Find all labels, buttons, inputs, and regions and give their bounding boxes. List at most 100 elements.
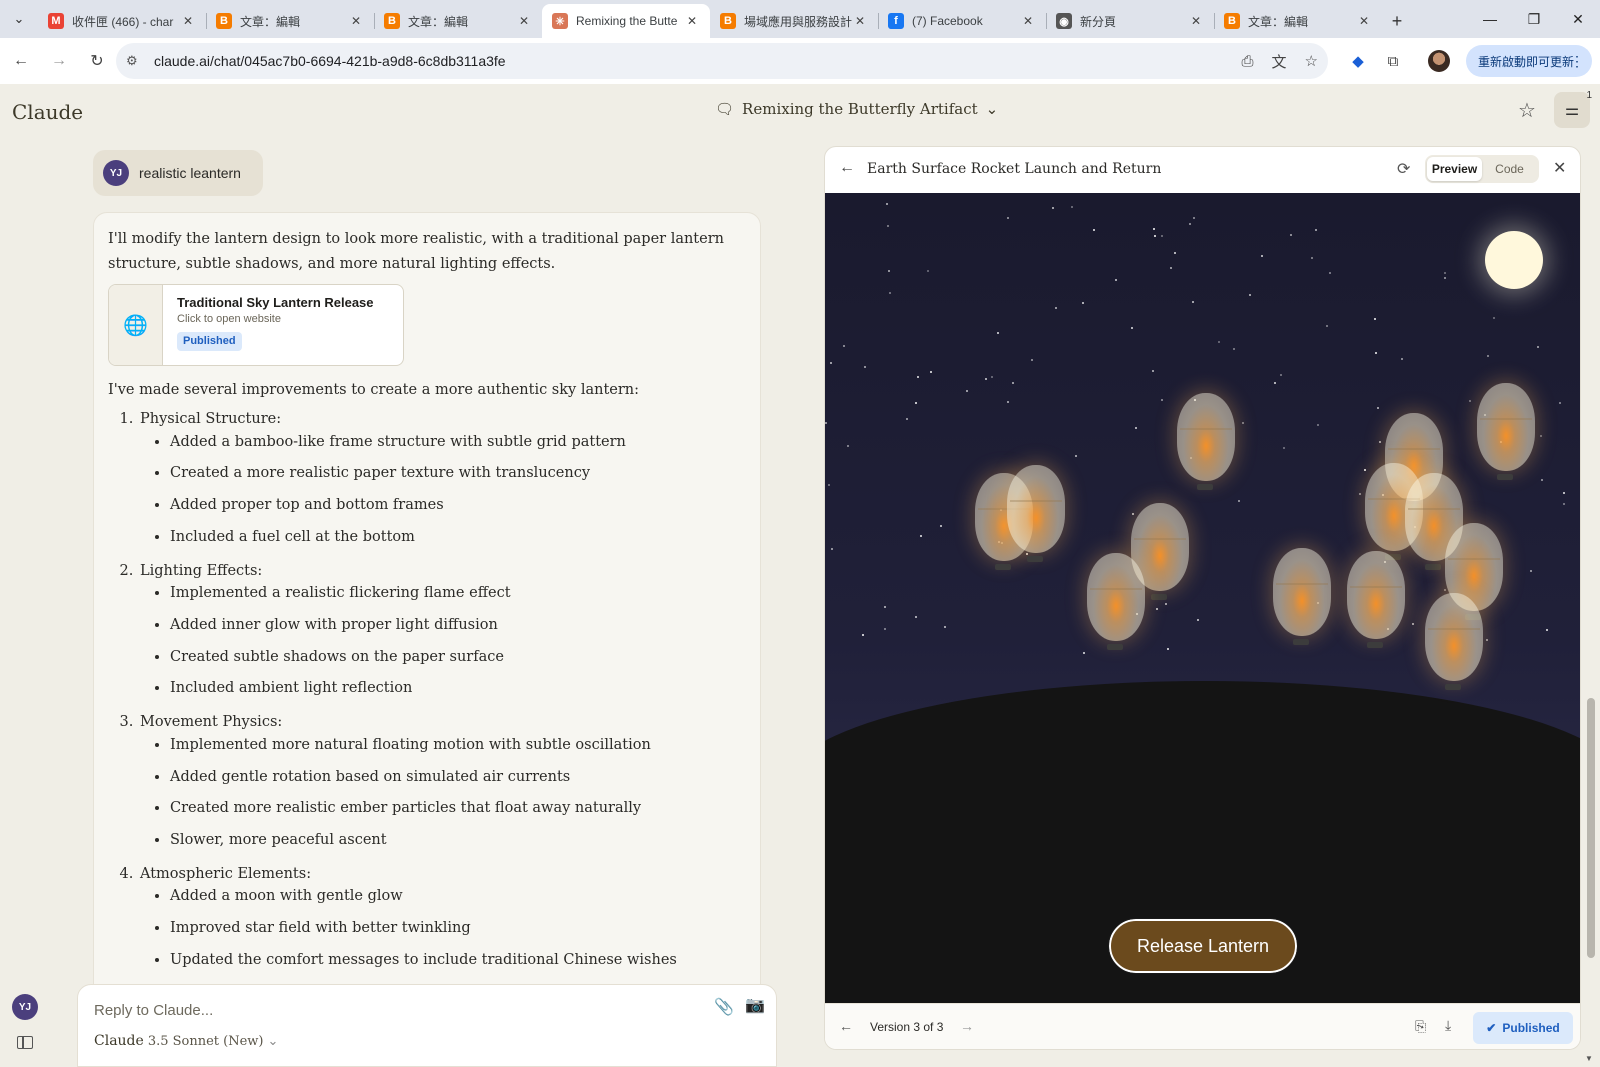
sidebar-toggle-icon[interactable]	[17, 1036, 33, 1049]
star	[1134, 426, 1137, 429]
star	[1400, 358, 1403, 361]
star	[827, 484, 830, 487]
star	[1006, 216, 1009, 219]
download-icon[interactable]: ⤓	[1445, 1017, 1451, 1034]
minimize-icon[interactable]: —	[1468, 0, 1512, 38]
improvement-section: Lighting Effects: Implemented a realistic…	[138, 559, 746, 701]
close-tab-icon[interactable]: ✕	[516, 14, 532, 28]
back-icon[interactable]: ←	[4, 44, 38, 78]
star	[1492, 317, 1495, 320]
close-window-icon[interactable]: ✕	[1556, 0, 1600, 38]
browser-tab[interactable]: B 文章：編輯 ✕	[206, 4, 374, 38]
star	[886, 225, 889, 228]
camera-icon[interactable]: 📷	[745, 995, 765, 1015]
bookmark-star-icon[interactable]: ☆	[1305, 52, 1318, 70]
facebook-icon: f	[888, 13, 904, 29]
translate-icon[interactable]: 文	[1272, 51, 1287, 72]
attach-paperclip-icon[interactable]: 📎	[714, 997, 734, 1017]
star	[1164, 602, 1167, 605]
star	[914, 401, 917, 404]
browser-tab[interactable]: B 文章：編輯 ✕	[1214, 4, 1382, 38]
close-icon[interactable]: ✕	[1553, 158, 1566, 178]
star	[884, 628, 887, 631]
close-tab-icon[interactable]: ✕	[180, 14, 196, 28]
star	[825, 421, 828, 424]
tab-code[interactable]: Code	[1482, 157, 1537, 181]
star	[1377, 407, 1380, 410]
back-arrow-icon[interactable]: ←	[839, 159, 855, 177]
artifact-card[interactable]: 🌐 Traditional Sky Lantern Release Click …	[108, 284, 404, 367]
claude-logo[interactable]: Claude	[12, 100, 83, 124]
star	[1030, 358, 1033, 361]
artifact-preview: Release Lantern	[825, 193, 1580, 1003]
close-tab-icon[interactable]: ✕	[852, 14, 868, 28]
star	[1274, 381, 1277, 384]
puzzle-extensions-icon[interactable]: ⧉	[1378, 46, 1408, 76]
list-item: Slower, more peaceful ascent	[170, 830, 746, 852]
star	[985, 377, 988, 380]
tab-preview[interactable]: Preview	[1427, 157, 1482, 181]
published-button[interactable]: ✔ Published	[1473, 1012, 1573, 1044]
tab-search-menu-button[interactable]: ⌄	[0, 0, 38, 38]
star	[1191, 301, 1194, 304]
update-button[interactable]: 重新啟動即可更新 ⋮	[1466, 45, 1592, 77]
chat-settings-button[interactable]: ⚌ 1	[1554, 90, 1592, 128]
star	[1486, 354, 1489, 357]
browser-tab[interactable]: f (7) Facebook ✕	[878, 4, 1046, 38]
model-selector[interactable]: Claude 3.5 Sonnet (New) ⌄	[94, 1033, 278, 1049]
list-item: Added inner glow with proper light diffu…	[170, 615, 746, 637]
star	[1541, 479, 1544, 482]
star	[830, 362, 833, 365]
star	[883, 606, 886, 609]
next-version-icon[interactable]: →	[960, 1018, 974, 1034]
chat-bubble-icon: 🗨	[715, 100, 735, 118]
improvement-section: Movement Physics: Implemented more natura…	[138, 710, 746, 852]
star	[914, 615, 917, 618]
tab-title: 文章：編輯	[240, 14, 301, 29]
tab-title: Remixing the Butte	[576, 14, 678, 28]
profile-avatar[interactable]	[1428, 50, 1450, 72]
star-chat-icon[interactable]: ☆	[1518, 98, 1536, 123]
browser-tab[interactable]: B 文章：編輯 ✕	[374, 4, 542, 38]
previous-version-icon[interactable]: ←	[839, 1018, 853, 1034]
new-tab-button[interactable]: +	[1382, 4, 1412, 38]
close-tab-icon[interactable]: ✕	[1356, 14, 1372, 28]
tab-title: 新分頁	[1080, 14, 1117, 29]
forward-icon[interactable]: →	[42, 44, 76, 78]
extension-icon[interactable]: ◆	[1343, 46, 1373, 76]
reply-input[interactable]	[94, 995, 674, 1025]
browser-tab[interactable]: ✳ Remixing the Butte ✕	[542, 4, 710, 38]
star	[1375, 351, 1378, 354]
install-app-icon[interactable]: ⎙	[1242, 53, 1254, 70]
copy-icon[interactable]: ⎘	[1415, 1018, 1426, 1035]
site-info-icon[interactable]: ⚙	[126, 53, 148, 69]
browser-tab[interactable]: ◉ 新分頁 ✕	[1046, 4, 1214, 38]
account-avatar[interactable]: YJ	[12, 994, 38, 1020]
chrome-icon: ◉	[1056, 13, 1072, 29]
star	[1443, 272, 1446, 275]
star	[1374, 318, 1377, 321]
tab-title: (7) Facebook	[912, 14, 983, 28]
address-bar[interactable]: ⚙ claude.ai/chat/045ac7b0-6694-421b-a9d8…	[116, 43, 1328, 79]
browser-tab[interactable]: B 場域應用與服務設計 ✕	[710, 4, 878, 38]
browser-tab[interactable]: M 收件匣 (466) - char ✕	[38, 4, 206, 38]
scroll-down-arrow-icon[interactable]: ▼	[1585, 1054, 1593, 1063]
chat-title-menu[interactable]: 🗨 Remixing the Butterfly Artifact ⌄	[715, 100, 998, 118]
star	[1325, 324, 1328, 327]
restore-icon[interactable]: ❐	[1512, 0, 1556, 38]
chat-title: Remixing the Butterfly Artifact	[742, 100, 978, 118]
reload-icon[interactable]: ↻	[80, 44, 114, 78]
blogger-icon: B	[384, 13, 400, 29]
star	[1261, 254, 1264, 257]
page-scrollbar[interactable]	[1587, 698, 1595, 958]
star	[863, 366, 866, 369]
close-tab-icon[interactable]: ✕	[1188, 14, 1204, 28]
close-tab-icon[interactable]: ✕	[348, 14, 364, 28]
release-lantern-button[interactable]: Release Lantern	[1108, 918, 1298, 974]
refresh-icon[interactable]: ⟳	[1397, 159, 1410, 179]
star	[1006, 401, 1009, 404]
close-tab-icon[interactable]: ✕	[1020, 14, 1036, 28]
close-tab-icon[interactable]: ✕	[684, 14, 700, 28]
list-item: Created subtle shadows on the paper surf…	[170, 647, 746, 669]
star	[1242, 422, 1245, 424]
